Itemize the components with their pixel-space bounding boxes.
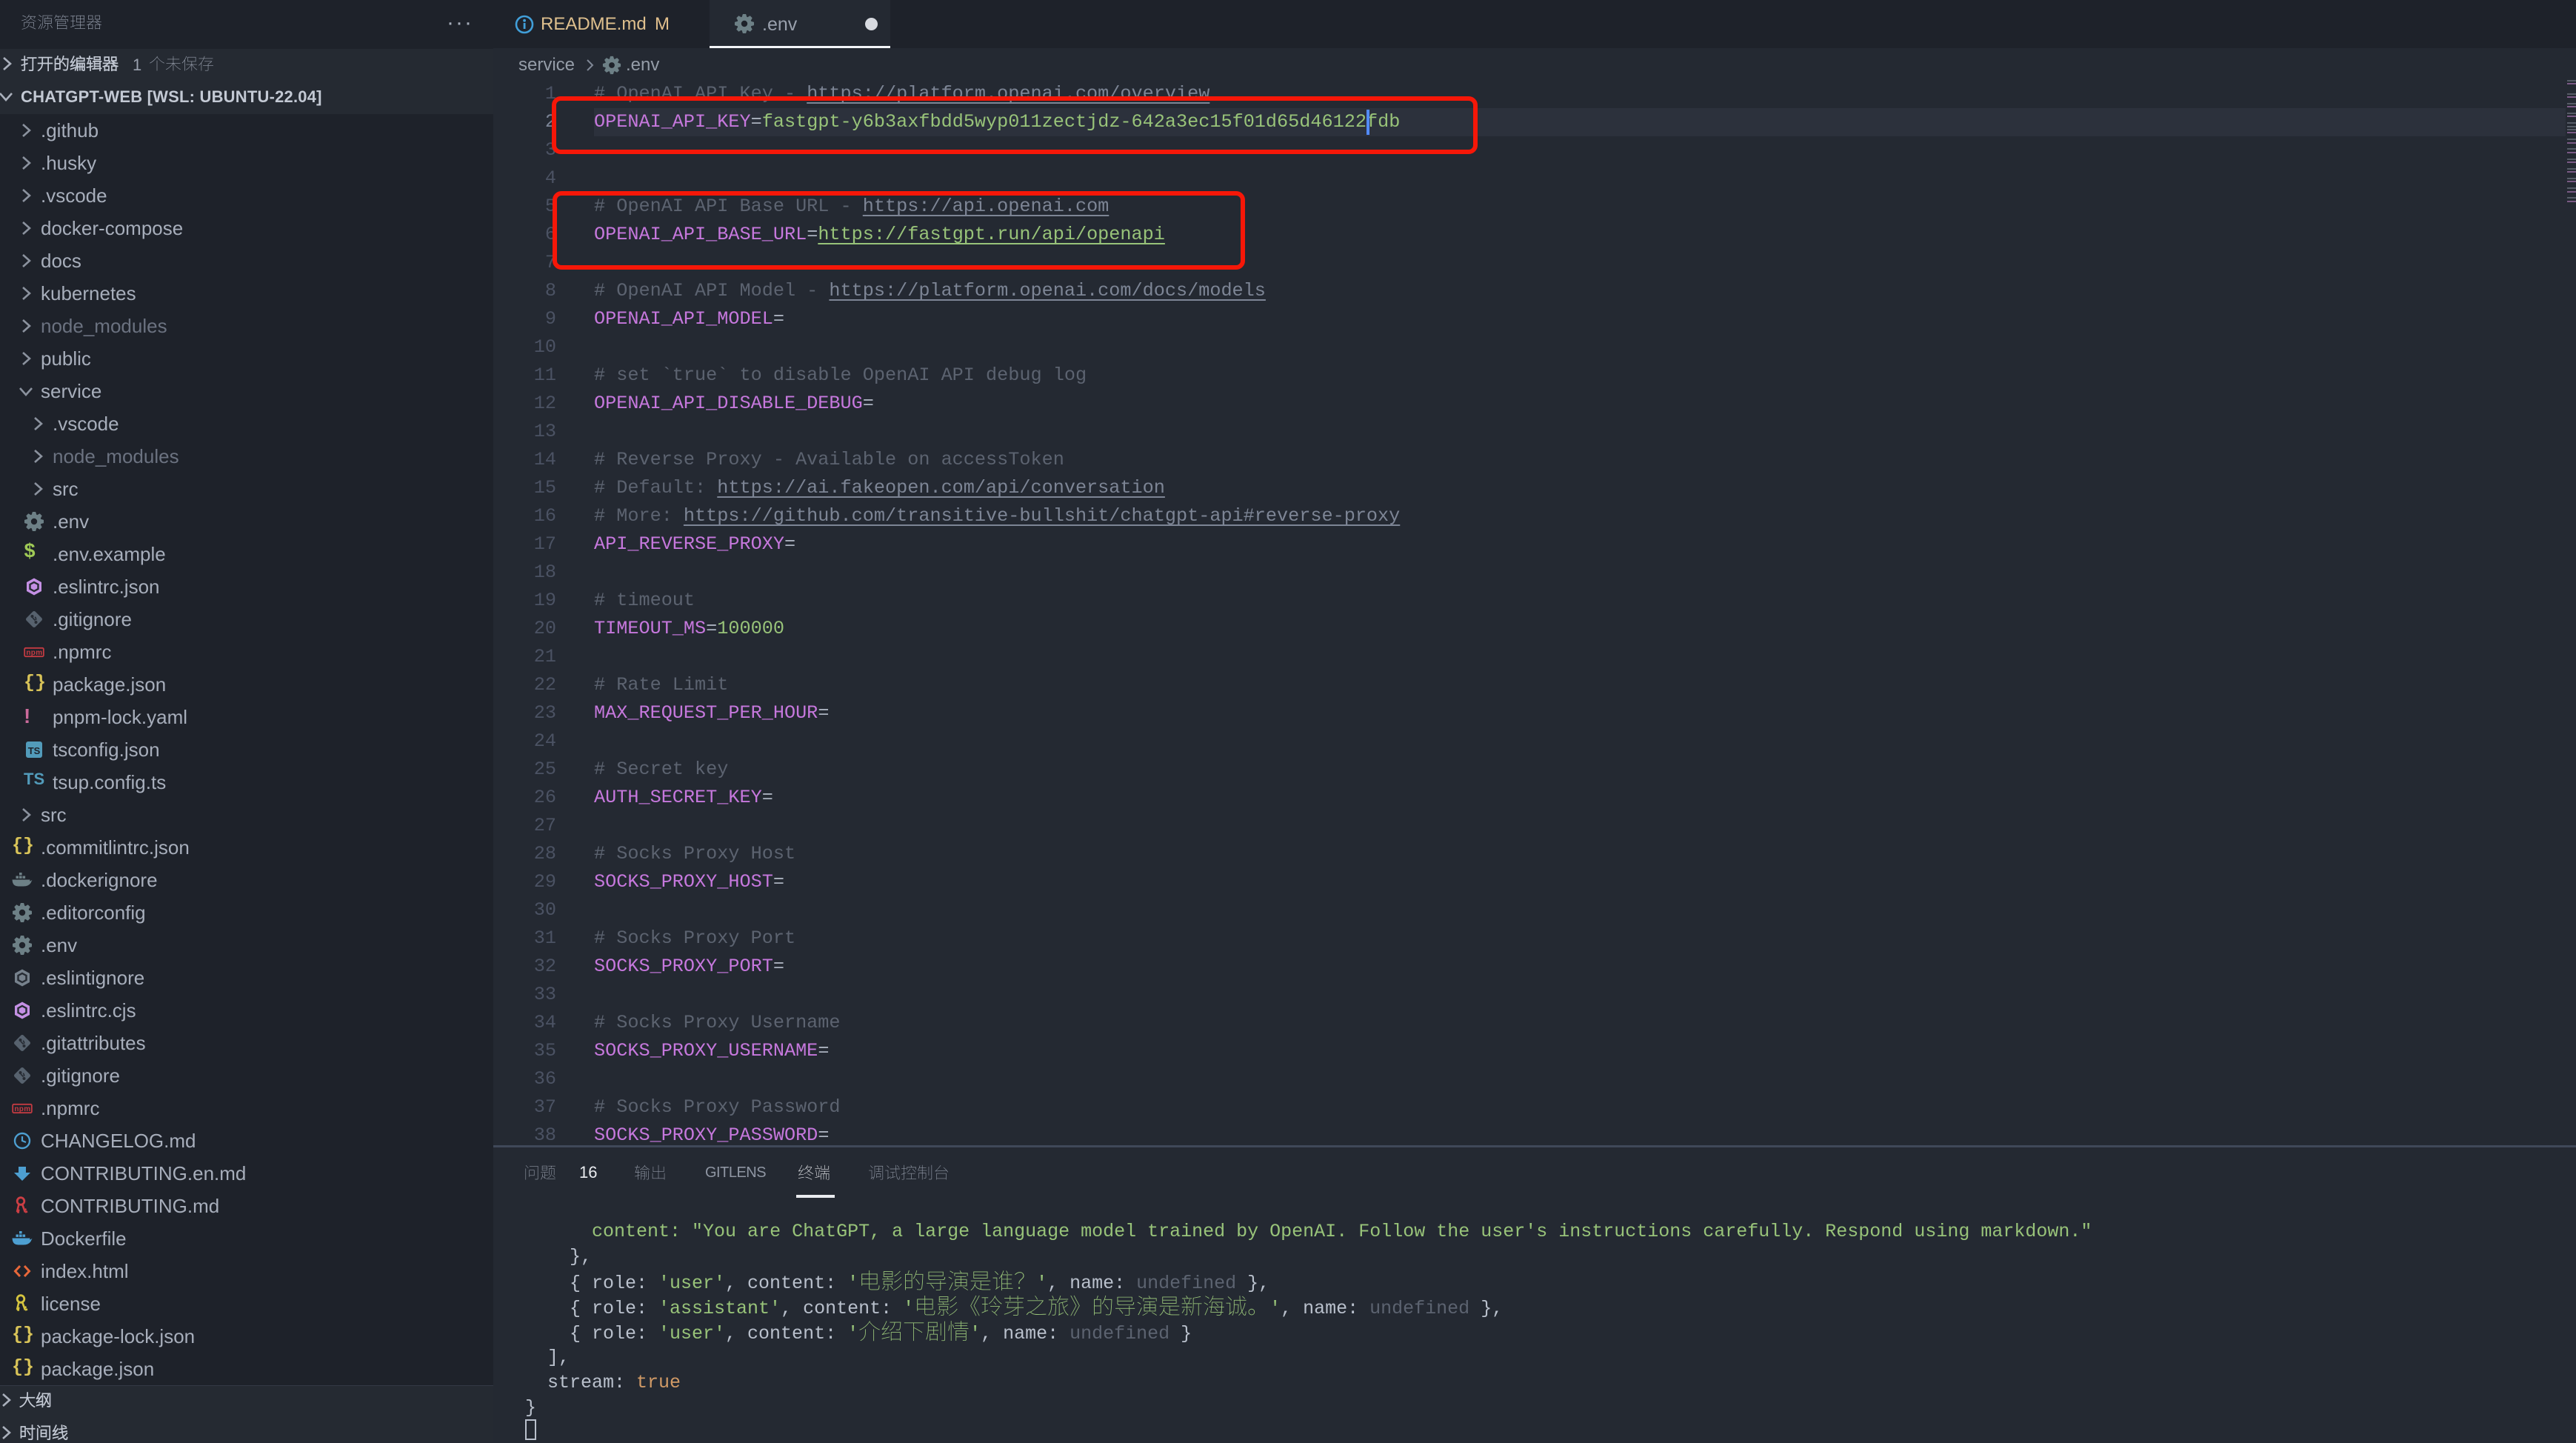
svg-text:npm: npm [26,649,42,657]
svg-text:npm: npm [14,1105,30,1113]
svg-text:TS: TS [28,745,41,756]
